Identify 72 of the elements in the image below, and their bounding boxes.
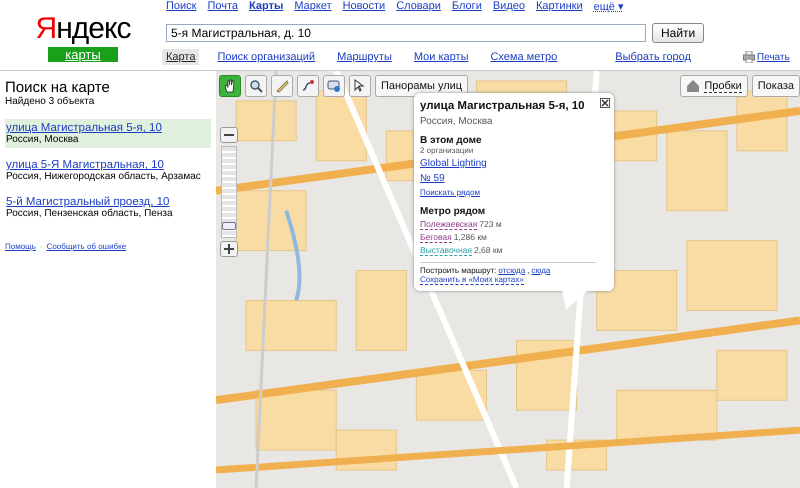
organization-link[interactable]: № 59 <box>420 173 445 184</box>
metro-heading: Метро рядом <box>420 206 486 217</box>
close-icon[interactable] <box>600 98 610 108</box>
organization-count: 2 организации <box>420 146 474 155</box>
route-label: Построить маршрут: <box>420 266 496 275</box>
choose-city-link[interactable]: Выбрать город <box>611 49 695 65</box>
show-button[interactable]: Показа <box>752 75 800 97</box>
more-link[interactable]: ещё ▾ <box>594 0 624 16</box>
nav-link[interactable]: Блоги <box>452 0 482 16</box>
section-tab[interactable]: Поиск организаций <box>213 49 320 65</box>
section-tab[interactable]: Маршруты <box>333 49 396 65</box>
nav-link[interactable]: Новости <box>342 0 386 16</box>
hand-icon <box>223 79 237 93</box>
route-from-link[interactable]: отсюда <box>498 266 526 275</box>
sidebar-title: Поиск на карте <box>5 79 111 96</box>
metro-station-link[interactable]: Полежаевская <box>420 219 478 230</box>
save-to-my-maps-link[interactable]: Сохранить в «Моих картах» <box>420 275 524 285</box>
ruler-tool[interactable] <box>271 75 293 97</box>
nav-link[interactable]: Маркет <box>294 0 332 16</box>
note-tool[interactable] <box>323 75 345 97</box>
route-to-link[interactable]: сюда <box>531 266 550 275</box>
traffic-button[interactable]: Пробки <box>680 75 748 97</box>
nav-link[interactable]: Словари <box>396 0 441 16</box>
result-link[interactable]: 5-й Магистральный проезд, 10 <box>6 196 170 208</box>
note-icon <box>327 79 341 93</box>
yandex-logo[interactable]: Яндекс <box>36 14 130 44</box>
house-heading: В этом доме <box>420 135 483 146</box>
search-field[interactable]: 5-я Магистральная, д. 10 <box>166 24 646 42</box>
zoom-tool[interactable] <box>245 75 267 97</box>
section-tab[interactable]: Карта <box>162 49 200 65</box>
result-region: Россия, Нижегородская область, Арзамас <box>6 171 202 182</box>
result-link[interactable]: улица Магистральная 5-я, 10 <box>6 122 162 134</box>
zoom-slider[interactable] <box>221 146 237 238</box>
metro-station-link[interactable]: Беговая <box>420 232 452 243</box>
metro-distance: 1,286 км <box>454 232 487 243</box>
section-tab[interactable]: Мои карты <box>410 49 472 65</box>
report-error-link[interactable]: Сообщить об ошибке <box>46 242 126 251</box>
zoom-out-button[interactable] <box>220 127 238 143</box>
help-link[interactable]: Помощь <box>5 242 36 251</box>
metro-distance: 723 м <box>479 219 502 230</box>
nav-link[interactable]: Картинки <box>536 0 583 16</box>
search-result[interactable]: улица Магистральная 5-я, 10 Россия, Москва <box>5 119 211 148</box>
print-link[interactable]: Печать <box>756 52 790 62</box>
nav-link[interactable]: Почта <box>207 0 238 16</box>
route-icon <box>301 79 315 93</box>
popup-region: Россия, Москва <box>420 116 494 127</box>
hand-tool[interactable] <box>219 75 241 97</box>
nav-link[interactable]: Видео <box>492 0 525 16</box>
section-tab[interactable]: Схема метро <box>486 49 562 65</box>
plus-icon <box>224 244 234 254</box>
result-count: Найдено 3 объекта <box>5 96 96 107</box>
result-region: Россия, Москва <box>6 134 80 145</box>
house-icon <box>686 79 700 93</box>
panorama-button[interactable]: Панорамы улиц <box>375 75 468 97</box>
route-tool[interactable] <box>297 75 319 97</box>
zoom-in-button[interactable] <box>220 241 238 257</box>
ruler-icon <box>275 79 289 93</box>
nav-link[interactable]: Поиск <box>166 0 196 16</box>
comma: , <box>527 266 530 275</box>
separator-dot: · <box>40 242 43 251</box>
search-result[interactable]: 5-й Магистральный проезд, 10 Россия, Пензенская область, Пенза <box>5 193 211 222</box>
result-region: Россия, Пензенская область, Пенза <box>6 208 174 219</box>
popup-title: улица Магистральная 5-я, 10 <box>420 99 585 114</box>
printer-icon[interactable] <box>742 51 755 63</box>
zoom-icon <box>249 79 263 93</box>
search-result[interactable]: улица 5-Я Магистральная, 10 Россия, Нижегородская область, Арзамас <box>5 156 211 185</box>
search-button[interactable]: Найти <box>652 23 704 43</box>
metro-distance: 2,68 км <box>474 245 502 256</box>
result-link[interactable]: улица 5-Я Магистральная, 10 <box>6 159 164 171</box>
organization-link[interactable]: Global Lighting <box>420 158 487 169</box>
search-nearby-link[interactable]: Поискать рядом <box>420 188 480 197</box>
nav-link[interactable]: Карты <box>249 0 284 16</box>
